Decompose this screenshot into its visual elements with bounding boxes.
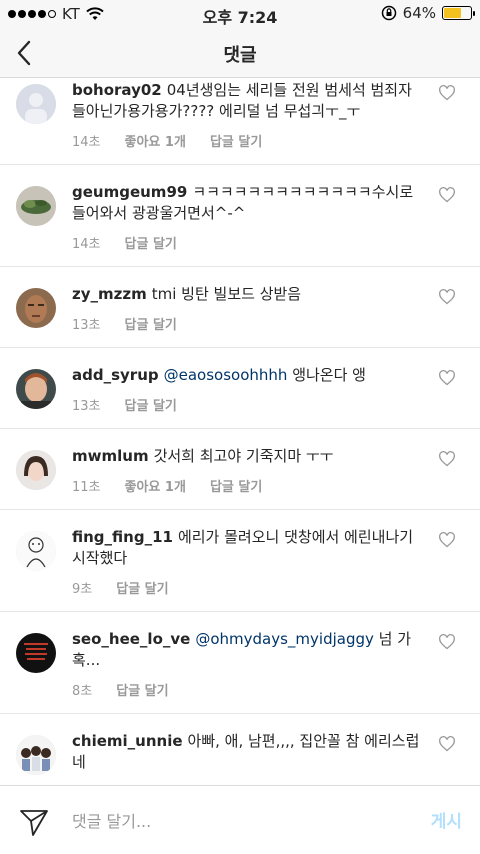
likes-count-link[interactable]: 좋아요 1개 (125, 131, 186, 150)
comment-timestamp: 14초 (72, 135, 101, 150)
page-title: 댓글 (223, 45, 257, 66)
comment-text: seo_hee_lo_ve @ohmydays_myidjaggy 넘 가혹... (72, 629, 420, 671)
comment-username[interactable]: bohoray02 (72, 81, 162, 99)
comment-row: seo_hee_lo_ve @ohmydays_myidjaggy 넘 가혹...… (0, 612, 480, 714)
comment-username[interactable]: geumgeum99 (72, 183, 187, 201)
reply-link[interactable]: 답글 달기 (116, 578, 168, 597)
comment-text: zy_mzzm tmi 빙탄 빌보드 상받음 (72, 284, 420, 305)
comment-timestamp: 8초 (72, 684, 93, 699)
comment-text: fing_fing_11 에리가 몰려오니 댓창에서 에린내나기 시작했다 (72, 527, 420, 569)
battery-icon (442, 6, 475, 20)
comment-body: 앵나온다 앵 (292, 366, 366, 384)
comment-meta: 9초 답글 달기 (72, 578, 420, 611)
direct-send-icon[interactable] (18, 806, 50, 838)
avatar[interactable] (16, 735, 56, 775)
comment-username[interactable]: zy_mzzm (72, 285, 147, 303)
comment-row: geumgeum99 ㅋㅋㅋㅋㅋㅋㅋㅋㅋㅋㅋㅋㅋ수시로 들어와서 광광울거면서^-… (0, 165, 480, 267)
comment-timestamp: 13초 (72, 399, 101, 414)
comment-text: bohoray02 04년생임는 세리들 전원 범세석 범죄자들아닌가용가용가??… (72, 80, 420, 122)
orientation-lock-icon (381, 5, 396, 21)
avatar[interactable] (16, 288, 56, 328)
comments-list[interactable]: bohoray02 04년생임는 세리들 전원 범세석 범죄자들아닌가용가용가??… (0, 79, 480, 785)
reply-link[interactable]: 답글 달기 (125, 233, 177, 252)
comment-username[interactable]: seo_hee_lo_ve (72, 630, 190, 648)
likes-count-link[interactable]: 좋아요 1개 (125, 476, 186, 495)
comment-username[interactable]: fing_fing_11 (72, 528, 173, 546)
battery-percent: 64% (402, 4, 436, 22)
comment-row: chiemi_unnie아빠, 애, 남편,,,, 집안꼴 참 에리스럽네8초답… (0, 714, 480, 785)
comment-text: add_syrup @eaososoohhhh 앵나온다 앵 (72, 365, 420, 386)
comment-timestamp: 11초 (72, 480, 101, 495)
comment-row: fing_fing_11 에리가 몰려오니 댓창에서 에린내나기 시작했다 9초 답글… (0, 510, 480, 612)
comment-username[interactable]: mwmlum (72, 447, 149, 465)
avatar[interactable] (16, 531, 56, 571)
reply-link[interactable]: 답글 달기 (125, 395, 177, 414)
reply-link[interactable]: 답글 달기 (210, 476, 262, 495)
comment-body: 갓서희 최고야 기죽지마 ㅜㅜ (153, 447, 334, 465)
heart-icon[interactable] (438, 532, 456, 548)
heart-icon[interactable] (438, 187, 456, 203)
comment-meta: 14초 답글 달기 (72, 233, 420, 266)
avatar[interactable] (16, 633, 56, 673)
heart-icon[interactable] (438, 370, 456, 386)
reply-link[interactable]: 답글 달기 (210, 131, 262, 150)
comment-text: mwmlum 갓서희 최고야 기죽지마 ㅜㅜ (72, 446, 420, 467)
status-right: 64% (381, 4, 475, 22)
avatar[interactable] (16, 450, 56, 490)
mention-link[interactable]: @ohmydays_myidjaggy (195, 630, 374, 648)
comment-timestamp: 14초 (72, 237, 101, 252)
comment-row: add_syrup @eaososoohhhh 앵나온다 앵 13초 답글 달기 (0, 348, 480, 429)
comment-meta: 13초 답글 달기 (72, 314, 420, 347)
comment-timestamp: 9초 (72, 582, 93, 597)
avatar[interactable] (16, 369, 56, 409)
heart-icon[interactable] (438, 451, 456, 467)
status-bar: KT 오후 7:24 64% (0, 0, 480, 28)
comment-meta: 13초 답글 달기 (72, 395, 420, 428)
heart-icon[interactable] (438, 85, 456, 101)
comment-timestamp: 13초 (72, 318, 101, 333)
comment-row: bohoray02 04년생임는 세리들 전원 범세석 범죄자들아닌가용가용가??… (0, 79, 480, 165)
comment-input[interactable] (72, 805, 392, 837)
comment-username[interactable]: add_syrup (72, 366, 159, 384)
avatar[interactable] (16, 186, 56, 226)
avatar[interactable] (16, 84, 56, 124)
comment-meta: 11초 좋아요 1개 답글 달기 (72, 476, 420, 509)
post-button[interactable]: 게시 (431, 807, 462, 832)
reply-link[interactable]: 답글 달기 (125, 314, 177, 333)
heart-icon[interactable] (438, 289, 456, 305)
comment-row: zy_mzzm tmi 빙탄 빌보드 상받음 13초 답글 달기 (0, 267, 480, 348)
comment-meta: 14초 좋아요 1개 답글 달기 (72, 131, 420, 164)
reply-link[interactable]: 답글 달기 (116, 680, 168, 699)
comment-composer: 게시 (0, 785, 480, 854)
header: 댓글 (0, 28, 480, 78)
comment-meta: 8초 답글 달기 (72, 680, 420, 713)
heart-icon[interactable] (438, 634, 456, 650)
mention-link[interactable]: @eaososoohhhh (164, 366, 288, 384)
comment-row: mwmlum 갓서희 최고야 기죽지마 ㅜㅜ 11초 좋아요 1개 답글 달기 (0, 429, 480, 510)
comment-body: tmi 빙탄 빌보드 상받음 (151, 285, 302, 303)
comment-text: chiemi_unnie 아빠, 애, 남편,,,, 집안꼴 참 에리스럽네 (72, 731, 420, 773)
heart-icon[interactable] (438, 736, 456, 752)
comment-username[interactable]: chiemi_unnie (72, 732, 183, 750)
comment-text: geumgeum99 ㅋㅋㅋㅋㅋㅋㅋㅋㅋㅋㅋㅋㅋ수시로 들어와서 광광울거면서^-… (72, 182, 420, 224)
